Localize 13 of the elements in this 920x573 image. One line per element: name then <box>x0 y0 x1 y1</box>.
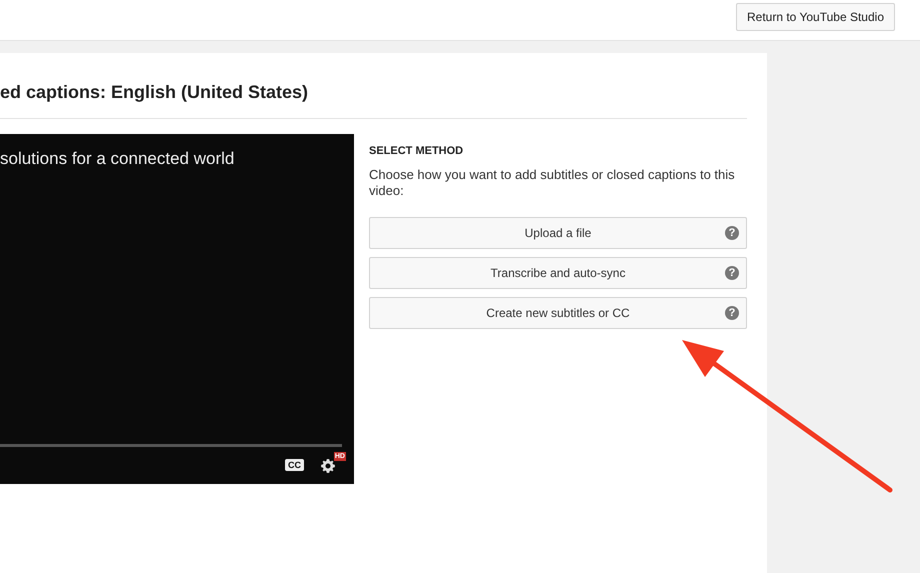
help-icon[interactable]: ? <box>725 266 739 280</box>
method-option-button[interactable]: Create new subtitles or CC ? <box>369 297 747 329</box>
captions-button[interactable]: CC <box>285 459 304 471</box>
method-description: Choose how you want to add subtitles or closed captions to this video: <box>369 167 736 199</box>
method-option-button[interactable]: Upload a file ? <box>369 217 747 249</box>
page-title: ed captions: English (United States) <box>0 81 310 104</box>
settings-icon[interactable] <box>320 458 336 474</box>
help-icon[interactable]: ? <box>725 226 739 240</box>
video-caption: solutions for a connected world <box>0 148 236 169</box>
help-icon[interactable]: ? <box>725 306 739 320</box>
return-to-studio-button[interactable]: Return to YouTube Studio <box>736 3 895 31</box>
method-option-button[interactable]: Transcribe and auto-sync ? <box>369 257 747 289</box>
section-heading: SELECT METHOD <box>369 145 464 157</box>
